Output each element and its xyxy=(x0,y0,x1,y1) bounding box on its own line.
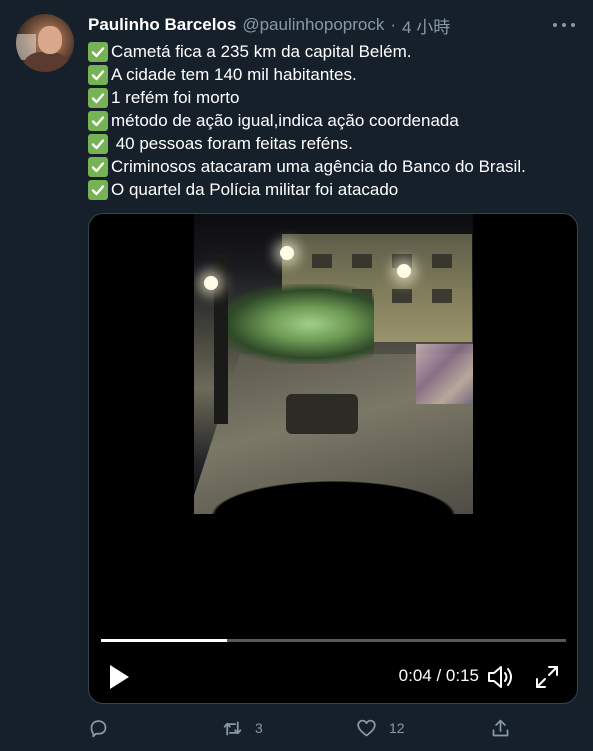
tweet-text-line-content: Criminosos atacaram uma agência do Banco… xyxy=(111,156,526,176)
video-street-light xyxy=(204,276,218,290)
tweet-text-line-content: Cametá fica a 235 km da capital Belém. xyxy=(111,41,412,61)
tweet-text-line: A cidade tem 140 mil habitantes. xyxy=(88,63,578,86)
tweet-text-line-content: método de ação igual,indica ação coorden… xyxy=(111,110,459,130)
tweet-header: Paulinho Barcelos @paulinhopoprock · 4 小… xyxy=(88,13,450,38)
check-mark-icon xyxy=(88,179,108,200)
video-truck xyxy=(286,394,358,434)
tweet-text-line: 1 refém foi morto xyxy=(88,86,578,109)
more-options-icon[interactable] xyxy=(553,16,575,34)
tweet-text: Cametá fica a 235 km da capital Belém. A … xyxy=(88,40,578,201)
check-mark-icon xyxy=(88,133,108,154)
video-frame[interactable] xyxy=(194,214,473,514)
volume-icon[interactable] xyxy=(486,664,516,690)
play-icon[interactable] xyxy=(107,664,131,690)
tweet-timestamp[interactable]: 4 小時 xyxy=(402,13,450,38)
video-player[interactable]: 0:04 / 0:15 xyxy=(88,213,578,704)
avatar-face xyxy=(38,26,62,54)
tweet-text-line-content: A cidade tem 140 mil habitantes. xyxy=(111,64,357,84)
tweet-text-line: método de ação igual,indica ação coorden… xyxy=(88,109,578,132)
retweet-icon xyxy=(223,721,242,735)
tweet[interactable]: Paulinho Barcelos @paulinhopoprock · 4 小… xyxy=(0,0,593,751)
retweet-button[interactable]: 3 xyxy=(222,716,263,740)
tweet-actions: 3 12 xyxy=(88,716,518,740)
video-street-light xyxy=(280,246,294,260)
video-street-light xyxy=(397,264,411,278)
tweet-text-line-content: 1 refém foi morto xyxy=(111,87,240,107)
heart-icon xyxy=(357,719,376,736)
reply-button[interactable] xyxy=(88,716,109,740)
video-car-roof xyxy=(194,476,473,514)
header-separator: · xyxy=(390,15,397,34)
video-trees xyxy=(214,284,374,364)
fullscreen-icon[interactable] xyxy=(534,664,560,690)
tweet-text-line: Cametá fica a 235 km da capital Belém. xyxy=(88,40,578,63)
tweet-text-line: 40 pessoas foram feitas reféns. xyxy=(88,132,578,155)
avatar-shirt xyxy=(24,52,68,72)
video-progress-fill xyxy=(101,639,227,642)
check-mark-icon xyxy=(88,64,108,85)
like-button[interactable]: 12 xyxy=(356,716,405,740)
retweet-count: 3 xyxy=(255,720,263,736)
check-mark-icon xyxy=(88,87,108,108)
tweet-text-line: O quartel da Polícia militar foi atacado xyxy=(88,178,578,201)
video-mural xyxy=(416,344,473,404)
like-count: 12 xyxy=(389,720,405,736)
check-mark-icon xyxy=(88,156,108,177)
share-button[interactable] xyxy=(490,716,511,740)
tweet-text-line-content: 40 pessoas foram feitas reféns. xyxy=(111,133,353,153)
share-icon xyxy=(492,719,509,736)
video-time-display: 0:04 / 0:15 xyxy=(398,666,479,685)
avatar[interactable] xyxy=(16,14,74,72)
reply-icon xyxy=(90,719,107,737)
author-name[interactable]: Paulinho Barcelos xyxy=(88,15,236,35)
tweet-text-line: Criminosos atacaram uma agência do Banco… xyxy=(88,155,578,178)
tweet-text-line-content: O quartel da Polícia militar foi atacado xyxy=(111,179,399,199)
video-progress-bar[interactable] xyxy=(101,639,566,642)
author-handle[interactable]: @paulinhopoprock xyxy=(242,15,384,35)
check-mark-icon xyxy=(88,41,108,62)
check-mark-icon xyxy=(88,110,108,131)
